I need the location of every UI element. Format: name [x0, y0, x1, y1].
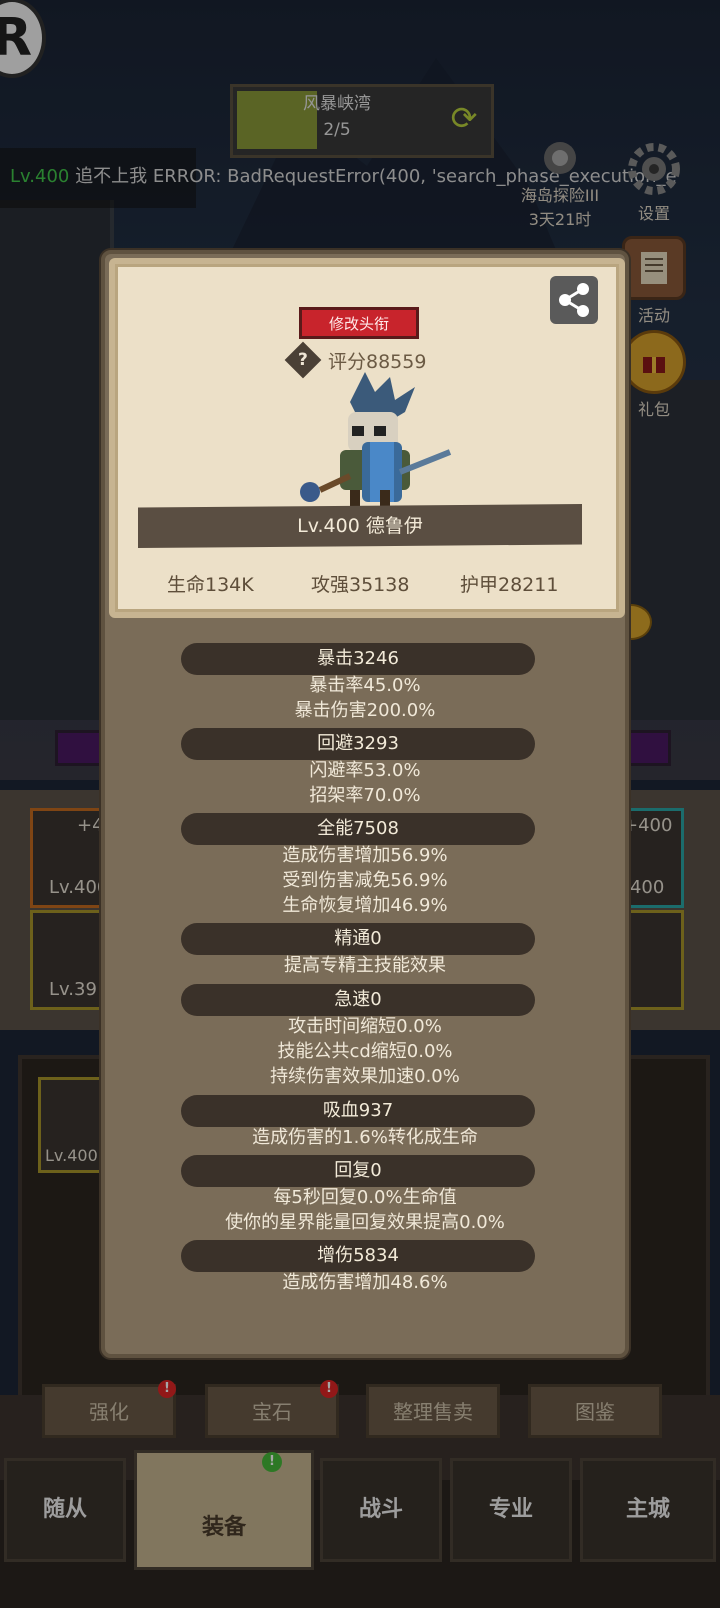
stat-header-crit: 暴击3246	[181, 643, 535, 675]
stat-header-lifesteal: 吸血937	[181, 1095, 535, 1127]
stat-line: 攻击时间缩短0.0%	[288, 1016, 442, 1037]
change-title-button[interactable]: 修改头衔	[299, 307, 419, 339]
hero-name: Lv.400 德鲁伊	[138, 504, 582, 548]
stat-line: 生命恢复增加46.9%	[282, 895, 448, 916]
stat-header-avoidance: 回避3293	[181, 728, 535, 760]
stat-header-haste: 急速0	[181, 984, 535, 1016]
stat-line: 受到伤害减免56.9%	[282, 870, 448, 891]
stat-line: 造成伤害增加48.6%	[282, 1272, 448, 1293]
stat-line: 每5秒回复0.0%生命值	[273, 1187, 457, 1208]
stat-hp: 生命134K	[167, 574, 254, 596]
stat-attack: 攻强35138	[311, 574, 410, 596]
stat-header-regen: 回复0	[181, 1155, 535, 1187]
stat-line: 暴击率45.0%	[309, 675, 421, 696]
druid-hero-avatar	[300, 372, 452, 516]
stat-armor: 护甲28211	[460, 574, 559, 596]
score: ? 评分88559	[284, 341, 427, 379]
stat-header-damage-increase: 增伤5834	[181, 1240, 535, 1272]
stat-line: 造成伤害增加56.9%	[282, 845, 448, 866]
stat-line: 提高专精主技能效果	[284, 955, 446, 976]
stat-line: 造成伤害的1.6%转化成生命	[252, 1127, 478, 1148]
stat-line: 持续伤害效果加速0.0%	[270, 1066, 460, 1087]
share-icon	[559, 283, 589, 317]
stat-line: 闪避率53.0%	[309, 760, 421, 781]
stat-line: 技能公共cd缩短0.0%	[277, 1041, 453, 1062]
stat-line: 暴击伤害200.0%	[294, 700, 436, 721]
stat-header-mastery: 精通0	[181, 923, 535, 955]
score-value: 评分88559	[328, 350, 427, 373]
share-button[interactable]	[550, 276, 598, 324]
stat-line: 使你的星界能量回复效果提高0.0%	[225, 1212, 505, 1233]
stat-line: 招架率70.0%	[309, 785, 421, 806]
stat-header-versatility: 全能7508	[181, 813, 535, 845]
